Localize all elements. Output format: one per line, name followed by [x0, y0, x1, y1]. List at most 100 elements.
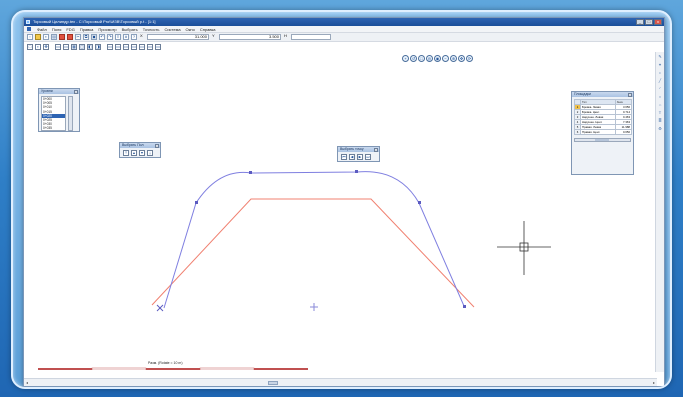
pan-icon[interactable]: ✥ — [458, 55, 465, 62]
circle-tool-icon[interactable]: ○ — [657, 94, 663, 100]
last-point-icon[interactable]: ⏭ — [365, 153, 371, 160]
maximize-button[interactable]: □ — [645, 19, 653, 25]
row-value[interactable]: 0.650 — [614, 129, 633, 135]
box-c-icon[interactable]: ▭ — [123, 44, 129, 50]
vertex-marker[interactable] — [195, 201, 198, 204]
menu-window[interactable]: Окно — [186, 27, 195, 32]
menu-fdg[interactable]: FDG — [66, 27, 74, 32]
open-folder-icon[interactable] — [35, 34, 41, 40]
settings-icon[interactable]: ⚙ — [657, 126, 663, 132]
arc-tool-icon[interactable]: ◜ — [657, 86, 663, 92]
box-g-icon[interactable]: ▭ — [155, 44, 161, 50]
help-icon[interactable]: ? — [131, 34, 137, 40]
select-icon[interactable]: □ — [27, 44, 33, 50]
export-icon[interactable] — [67, 34, 73, 40]
refresh-icon[interactable]: ⟳ — [466, 55, 473, 62]
undo-icon[interactable]: ↶ — [99, 34, 105, 40]
text-tool-icon[interactable]: T — [657, 110, 663, 116]
scale-label: Разм. (Rotate = 10 m) — [148, 361, 183, 365]
vertex-marker[interactable] — [355, 170, 358, 173]
zoom-in-icon[interactable]: + — [402, 55, 409, 62]
box-b-icon[interactable]: ▭ — [115, 44, 121, 50]
save-icon[interactable]: ▪ — [43, 34, 49, 40]
pen-icon[interactable]: ✎ — [657, 54, 663, 60]
table-row[interactable]: 6 Правая. Цент. 0.650 — [574, 129, 633, 135]
close-icon[interactable]: × — [374, 147, 378, 152]
menu-select[interactable]: Выбрать — [122, 27, 138, 32]
point-tool-icon[interactable]: • — [657, 70, 663, 76]
copy-icon[interactable]: ⧉ — [83, 34, 89, 40]
box-e-icon[interactable]: ▭ — [139, 44, 145, 50]
down-icon[interactable]: ▼ — [139, 149, 145, 156]
last-icon[interactable]: ⤓ — [147, 149, 153, 156]
line-tool-icon[interactable]: ╱ — [657, 78, 663, 84]
zoom-window-icon[interactable]: □ — [418, 55, 425, 62]
points-horizontal-scrollbar[interactable] — [574, 138, 631, 142]
menu-help[interactable]: Справка — [200, 27, 216, 32]
vertex-marker[interactable] — [249, 171, 252, 174]
first-icon[interactable]: ⤒ — [123, 149, 129, 156]
close-button[interactable]: x — [654, 19, 662, 25]
zoom-out-icon[interactable]: − — [442, 55, 449, 62]
box-f-icon[interactable]: ▭ — [147, 44, 153, 50]
select-point-buttons: ⏮ ◀ ▶ ⏭ — [338, 152, 379, 161]
layers-icon[interactable]: ≣ — [657, 118, 663, 124]
scroll-right-icon[interactable]: ▸ — [653, 380, 655, 385]
grid-icon[interactable]: ▦ — [71, 44, 77, 50]
prev-point-icon[interactable]: ◀ — [349, 153, 355, 160]
zoom-all-icon[interactable]: ◎ — [426, 55, 433, 62]
close-icon[interactable]: × — [74, 89, 78, 94]
layout-icon[interactable]: ◧ — [87, 44, 93, 50]
menu-fields[interactable]: Поля — [52, 27, 62, 32]
window-controls: _ □ x — [636, 19, 662, 25]
properties-icon[interactable]: ≡ — [115, 34, 121, 40]
zoom-prev-icon[interactable]: ↺ — [410, 55, 417, 62]
view-icon[interactable]: ◫ — [79, 44, 85, 50]
paste-icon[interactable]: ▣ — [91, 34, 97, 40]
table-row[interactable]: 3 Нарушен. Левая 0.463 — [574, 114, 633, 120]
redo-icon[interactable]: ↷ — [107, 34, 113, 40]
window-icon[interactable]: ▭ — [63, 44, 69, 50]
drawing-canvas[interactable] — [24, 18, 666, 388]
panel-icon[interactable]: ◨ — [95, 44, 101, 50]
x-coordinate-field[interactable]: 31.000 — [147, 34, 209, 40]
minimize-button[interactable]: _ — [636, 19, 644, 25]
zoom-extents-icon[interactable]: ◉ — [434, 55, 441, 62]
menu-view[interactable]: Просмотр — [98, 27, 116, 32]
vertex-marker[interactable] — [463, 305, 466, 308]
menu-precision[interactable]: Точность — [143, 27, 160, 32]
print-icon[interactable]: ▤ — [51, 34, 57, 40]
snap-icon[interactable]: ⌖ — [657, 62, 663, 68]
menu-edit[interactable]: Правка — [80, 27, 94, 32]
calculator-icon[interactable]: # — [123, 34, 129, 40]
first-point-icon[interactable]: ⏮ — [341, 153, 347, 160]
zoom-fit-icon[interactable]: ⊕ — [450, 55, 457, 62]
box-a-icon[interactable]: ▭ — [107, 44, 113, 50]
close-icon[interactable]: × — [628, 92, 632, 97]
cut-icon[interactable]: ✂ — [75, 34, 81, 40]
measure-icon[interactable]: ⇔ — [657, 102, 663, 108]
list-item[interactable]: 0+035 — [42, 126, 65, 130]
close-icon[interactable]: × — [155, 143, 159, 148]
up-icon[interactable]: ▲ — [131, 149, 137, 156]
move-icon[interactable]: ✥ — [43, 44, 49, 50]
start-point-marker[interactable] — [156, 304, 164, 312]
document-icon[interactable] — [27, 27, 31, 31]
scroll-left-icon[interactable]: ◂ — [26, 380, 28, 385]
y-coordinate-field[interactable]: 3.500 — [219, 34, 281, 40]
menu-file[interactable]: Файл — [37, 27, 47, 32]
menu-system[interactable]: Система — [164, 27, 180, 32]
import-icon[interactable] — [59, 34, 65, 40]
next-point-icon[interactable]: ▶ — [357, 153, 363, 160]
levels-scrollbar[interactable] — [68, 96, 73, 131]
new-file-icon[interactable]: ▫ — [27, 34, 33, 40]
zoom-toolbar: + ↺ □ ◎ ◉ − ⊕ ✥ ⟳ — [402, 55, 473, 62]
h-coordinate-field[interactable] — [291, 34, 331, 40]
point-icon[interactable]: ▪ — [35, 44, 41, 50]
frame-icon[interactable]: ▭ — [55, 44, 61, 50]
canvas-horizontal-scrollbar[interactable]: ◂ ▸ — [24, 378, 657, 386]
scroll-thumb[interactable] — [595, 139, 609, 141]
box-d-icon[interactable]: ▭ — [131, 44, 137, 50]
scroll-thumb[interactable] — [268, 381, 278, 385]
vertex-marker[interactable] — [418, 201, 421, 204]
